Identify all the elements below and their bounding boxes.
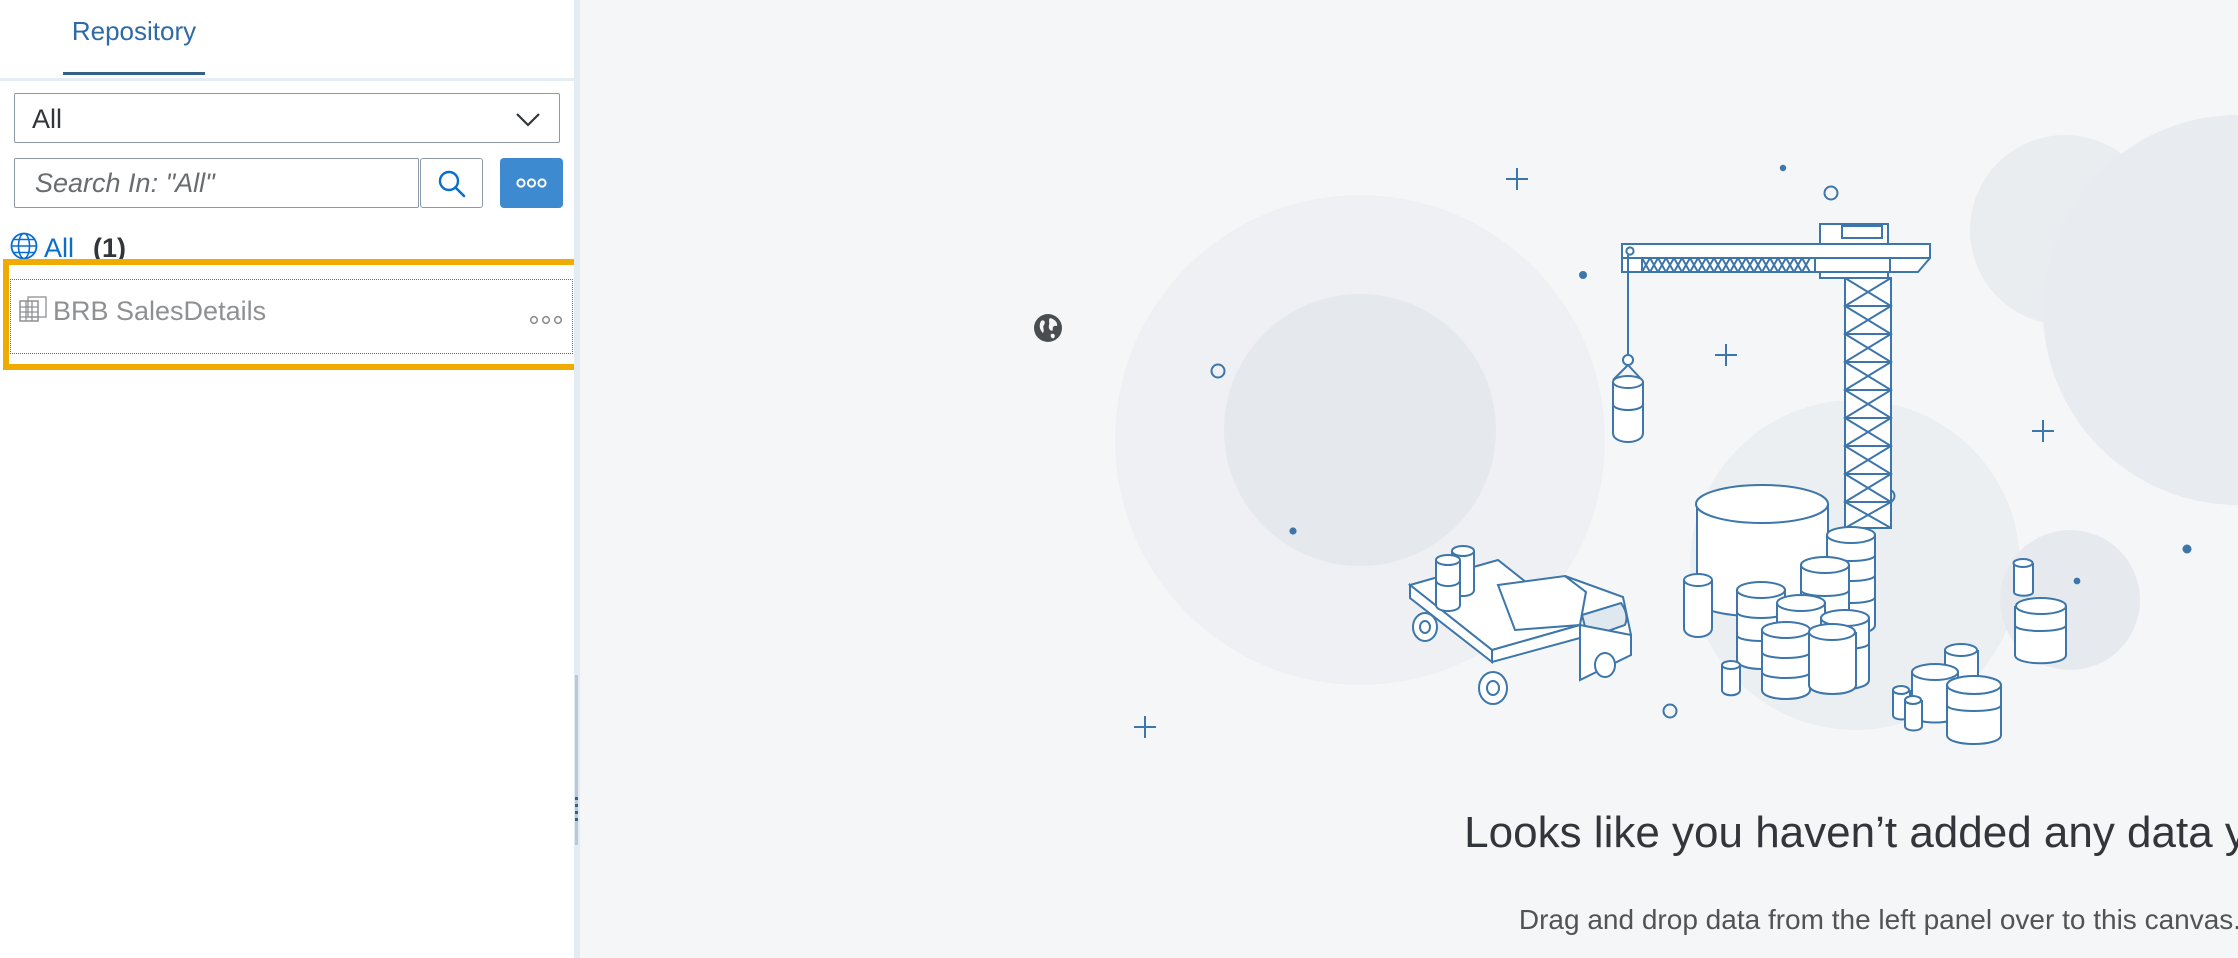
more-options-button[interactable]	[500, 158, 563, 208]
search-button[interactable]	[420, 158, 483, 208]
repository-panel: Repository All All (1)	[0, 0, 586, 958]
table-icon	[19, 296, 47, 322]
tab-repository[interactable]: Repository	[63, 0, 205, 75]
type-filter-select[interactable]: All	[14, 93, 560, 143]
globe-icon	[10, 232, 38, 260]
list-item-label: BRB SalesDetails	[53, 296, 267, 326]
more-icon	[516, 178, 547, 188]
list-item[interactable]: BRB SalesDetails	[10, 279, 573, 354]
empty-state-title: Looks like you haven’t added any data ye…	[1464, 808, 2238, 857]
item-more-icon[interactable]	[529, 313, 563, 327]
search-icon	[438, 170, 466, 198]
story-canvas[interactable]: Looks like you haven’t added any data ye…	[580, 0, 2238, 958]
chevron-down-icon	[516, 113, 540, 127]
empty-state-subtitle: Drag and drop data from the left panel o…	[1518, 904, 2238, 935]
type-filter-value: All	[32, 104, 63, 134]
empty-state-illustration	[1115, 115, 2238, 745]
search-input[interactable]	[14, 158, 419, 208]
tab-bar: Repository	[0, 0, 574, 81]
